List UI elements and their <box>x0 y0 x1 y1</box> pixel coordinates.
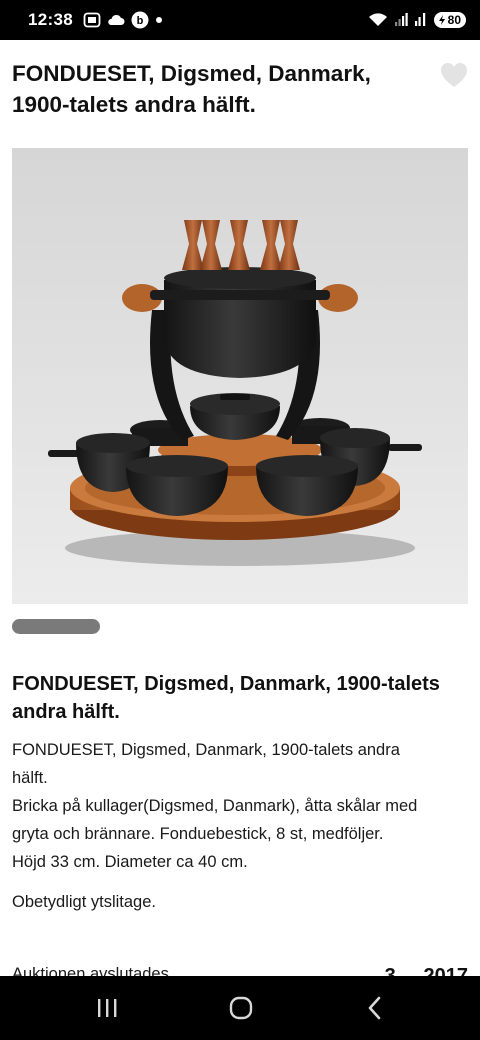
recent-apps-icon <box>98 999 117 1017</box>
screenshot-icon <box>83 12 101 28</box>
home-icon <box>229 996 253 1020</box>
auction-date: 3 ... 2017 <box>384 965 468 976</box>
cloud-icon <box>108 14 125 25</box>
signal-icon <box>394 13 408 26</box>
battery-level: 80 <box>447 13 461 27</box>
description-line: FONDUESET, Digsmed, Danmark, 1900-talets… <box>12 741 400 759</box>
product-image[interactable] <box>12 148 468 604</box>
listing-title-area: FONDUESET, Digsmed, Danmark, 1900-talets… <box>12 58 432 120</box>
status-left-icons: b <box>83 11 163 29</box>
auction-status-row: Auktionen avslutades 3 ... 2017 <box>12 964 468 976</box>
back-button[interactable] <box>355 990 395 1026</box>
back-icon <box>368 996 381 1020</box>
system-nav-bar <box>0 976 480 1040</box>
app-b-icon: b <box>131 11 149 29</box>
battery-indicator: 80 <box>433 12 466 28</box>
status-time: 12:38 <box>28 10 73 29</box>
description-line: gryta och brännare. Fonduebestick, 8 st,… <box>12 825 384 843</box>
description-text: FONDUESET, Digsmed, Danmark, 1900-talets… <box>12 736 468 876</box>
svg-text:b: b <box>137 15 144 27</box>
auction-status: Auktionen avslutades <box>12 965 169 976</box>
battery-icon <box>438 15 445 25</box>
carousel-indicator[interactable] <box>12 619 100 634</box>
page-title: FONDUESET, Digsmed, Danmark, 1900-talets… <box>12 61 371 117</box>
description-heading: FONDUESET, Digsmed, Danmark, 1900-talets… <box>12 673 440 723</box>
dot-icon <box>155 17 162 23</box>
signal-r-icon <box>414 13 425 26</box>
recent-apps-button[interactable] <box>87 990 127 1026</box>
status-bar: 12:38 b 80 <box>0 0 480 40</box>
description-line: Bricka på kullager(Digsmed, Danmark), åt… <box>12 797 418 815</box>
favorite-button[interactable] <box>438 60 470 90</box>
status-right-icons: 80 <box>368 12 466 28</box>
fondue-set-photo <box>12 148 468 604</box>
heart-icon <box>441 63 467 87</box>
condition-note: Obetydligt ytslitage. <box>12 893 156 911</box>
description-line: Höjd 33 cm. Diameter ca 40 cm. <box>12 853 248 871</box>
home-button[interactable] <box>221 990 261 1026</box>
wifi-icon <box>368 13 387 26</box>
description-line: hälft. <box>12 769 48 787</box>
